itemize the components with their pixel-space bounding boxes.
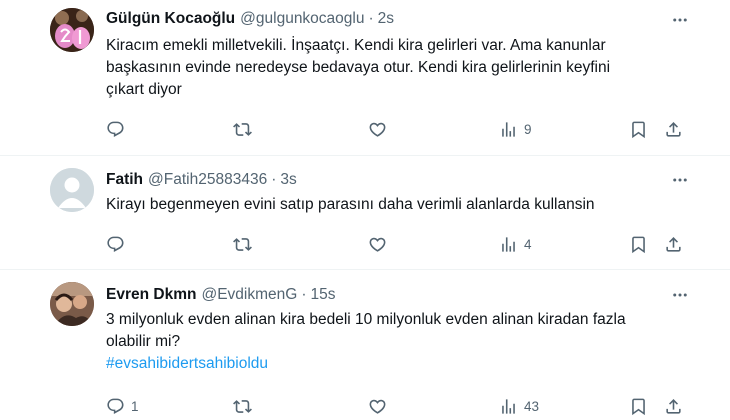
more-icon [673,293,687,297]
author-handle[interactable]: @EvdikmenG [201,286,297,304]
hashtag-link[interactable]: #evsahibidertsahibioldu [106,353,696,375]
bookmark-button[interactable] [629,394,648,418]
share-icon [666,398,681,414]
reply-icon [107,236,124,252]
tweet-text: Kirayı begenmeyen evini satıp parasını d… [106,194,696,216]
tweet[interactable]: Evren Dkmn @EvdikmenG · 15s 3 milyonluk … [0,270,730,420]
action-bar: 4 [106,232,686,256]
like-button[interactable] [368,117,393,141]
tweet-text-line: başkasının evinde neredeyse bedavaya otu… [106,59,611,76]
bookmark-icon [632,398,645,415]
reply-button[interactable] [106,232,131,256]
more-icon [673,178,687,182]
author-name[interactable]: Fatih [106,171,143,189]
action-bar: 9 [106,117,686,141]
share-button[interactable] [664,394,683,418]
separator-dot: · [301,286,307,303]
reply-button[interactable]: 1 [106,394,139,418]
views-count: 9 [524,121,532,137]
share-icon [666,121,681,137]
bookmark-icon [632,236,645,253]
timestamp[interactable]: 3s [280,171,296,189]
default-avatar-icon [50,168,94,212]
tweet-text-line: 3 milyonluk evden alinan kira bedeli 10 … [106,311,626,328]
separator-dot: · [271,171,277,188]
repost-button[interactable] [233,232,258,256]
reply-icon [107,121,124,137]
repost-button[interactable] [233,394,258,418]
timestamp[interactable]: 15s [310,286,335,304]
like-button[interactable] [368,232,393,256]
tweet-header: Evren Dkmn @EvdikmenG · 15s [106,284,335,306]
avatar[interactable] [50,8,94,52]
reply-count: 1 [131,398,139,414]
views-button[interactable]: 4 [499,232,532,256]
repost-icon [233,399,252,413]
more-button[interactable] [668,170,692,190]
tweet-text-line: çıkart diyor [106,81,182,98]
repost-icon [233,122,252,136]
tweet-text: Kiracım emekli milletvekili. İnşaatçı. K… [106,35,696,101]
bookmark-icon [632,121,645,138]
more-button[interactable] [668,10,692,30]
like-icon [369,237,386,252]
more-button[interactable] [668,285,692,305]
author-handle[interactable]: @gulgunkocaoglu [240,10,364,28]
repost-icon [233,237,252,251]
views-icon [502,121,515,137]
avatar-balloons-image [50,8,94,52]
reply-button[interactable] [106,117,131,141]
tweet-header: Fatih @Fatih25883436 · 3s [106,169,297,191]
repost-button[interactable] [233,117,258,141]
share-button[interactable] [664,232,683,256]
views-icon [502,398,515,414]
tweet-text-line: Kirayı begenmeyen evini satıp parasını d… [106,196,595,213]
action-bar: 1 43 [106,394,686,418]
tweet-text-line: Kiracım emekli milletvekili. İnşaatçı. K… [106,37,606,54]
reply-icon [107,398,124,414]
author-handle[interactable]: @Fatih25883436 [148,171,267,189]
avatar[interactable] [50,168,94,212]
tweet[interactable]: Gülgün Kocaoğlu @gulgunkocaoglu · 2s Kir… [0,0,730,155]
tweet-text-line: olabilir mi? [106,333,181,350]
separator-dot: · [368,10,374,27]
share-icon [666,236,681,252]
like-icon [369,122,386,137]
author-name[interactable]: Gülgün Kocaoğlu [106,10,235,28]
views-count: 43 [524,398,540,414]
avatar[interactable] [50,282,94,326]
share-button[interactable] [664,117,683,141]
tweet-header: Gülgün Kocaoğlu @gulgunkocaoglu · 2s [106,8,394,30]
like-icon [369,399,386,414]
avatar-photo-image [50,282,94,326]
like-button[interactable] [368,394,393,418]
views-icon [502,236,515,252]
views-button[interactable]: 43 [499,394,539,418]
author-name[interactable]: Evren Dkmn [106,286,196,304]
views-count: 4 [524,236,532,252]
tweet-text: 3 milyonluk evden alinan kira bedeli 10 … [106,309,696,375]
timestamp[interactable]: 2s [378,10,394,28]
bookmark-button[interactable] [629,117,648,141]
more-icon [673,18,687,22]
tweet[interactable]: Fatih @Fatih25883436 · 3s Kirayı begenme… [0,156,730,269]
views-button[interactable]: 9 [499,117,532,141]
bookmark-button[interactable] [629,232,648,256]
